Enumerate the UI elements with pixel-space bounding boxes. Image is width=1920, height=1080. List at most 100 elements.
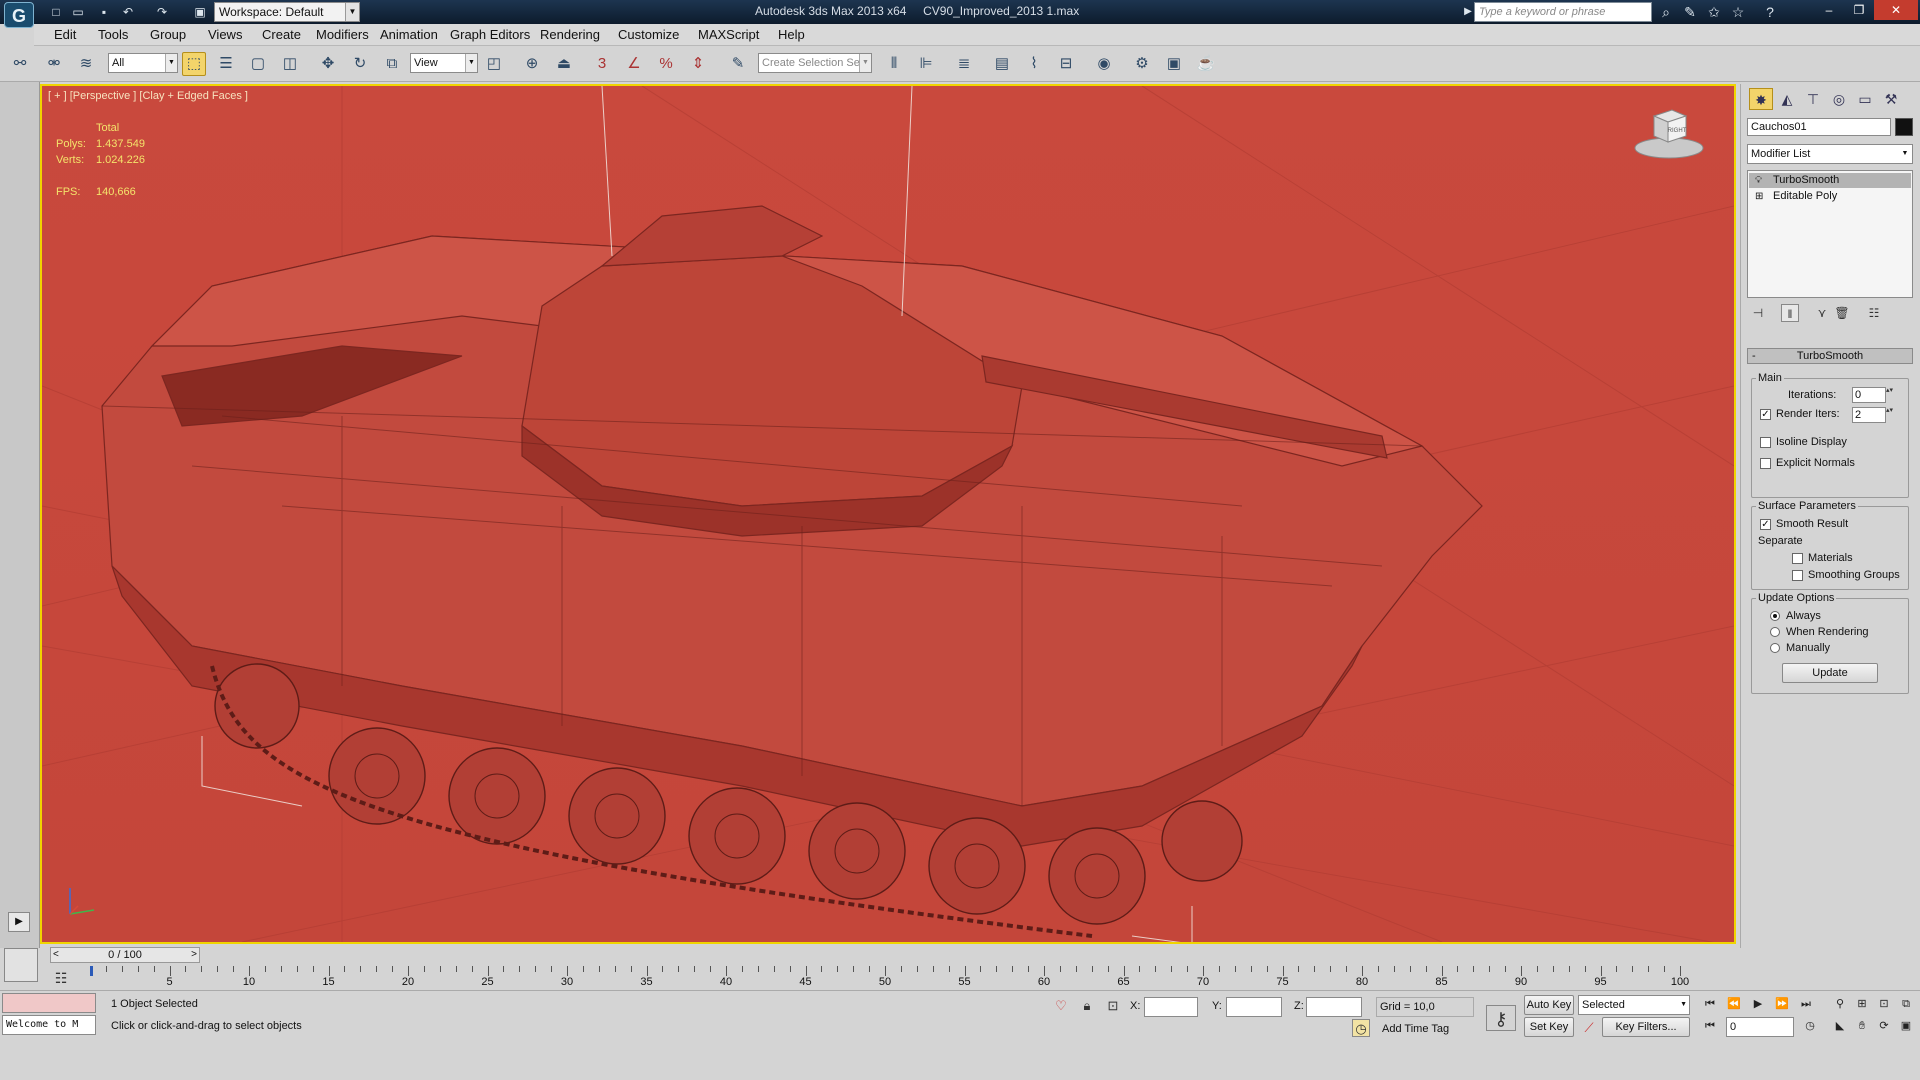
menu-views[interactable]: Views — [208, 27, 242, 42]
select-object-icon[interactable]: ⬚ — [182, 52, 206, 76]
minimize-button[interactable]: – — [1814, 0, 1844, 20]
always-radio[interactable] — [1770, 611, 1780, 621]
window-crossing-icon[interactable]: ◫ — [278, 52, 302, 76]
open-mini-curve-editor-icon[interactable]: ☷ — [46, 968, 76, 988]
utilities-tab-icon[interactable]: ⚒ — [1879, 88, 1903, 110]
reference-coordinate-dropdown[interactable]: View ▼ — [410, 53, 478, 73]
show-end-result-icon[interactable]: ‖ — [1781, 304, 1799, 322]
field-of-view-icon[interactable]: ◣ — [1830, 1017, 1850, 1035]
menu-create[interactable]: Create — [262, 27, 301, 42]
maximize-button[interactable]: ❐ — [1844, 0, 1874, 20]
x-coordinate-field[interactable] — [1144, 997, 1198, 1017]
zoom-extents-icon[interactable]: ⊡ — [1874, 995, 1894, 1013]
spinner-snap-icon[interactable]: ⇕ — [686, 52, 710, 76]
previous-key-icon[interactable]: ⏪ — [1724, 995, 1744, 1013]
smoothing-groups-checkbox[interactable] — [1792, 570, 1803, 581]
isolate-selection-icon[interactable]: ♡ — [1052, 997, 1070, 1015]
star-icon[interactable]: ☆ — [1728, 3, 1748, 21]
render-iters-checkbox[interactable]: ✓ — [1760, 409, 1771, 420]
key-mode-toggle-icon[interactable]: ⏮ — [1700, 1017, 1720, 1035]
rectangular-selection-icon[interactable]: ▢ — [246, 52, 270, 76]
menu-modifiers[interactable]: Modifiers — [316, 27, 369, 42]
y-coordinate-field[interactable] — [1226, 997, 1282, 1017]
selection-filter-dropdown[interactable]: All ▼ — [108, 53, 178, 73]
smooth-result-checkbox[interactable]: ✓ — [1760, 519, 1771, 530]
z-coordinate-field[interactable] — [1306, 997, 1362, 1017]
motion-tab-icon[interactable]: ◎ — [1827, 88, 1851, 110]
stack-item-editable-poly[interactable]: ⊞ Editable Poly — [1749, 189, 1911, 204]
save-icon[interactable]: ▪ — [96, 4, 112, 20]
zoom-all-icon[interactable]: ⊞ — [1852, 995, 1872, 1013]
object-color-swatch[interactable] — [1895, 118, 1913, 136]
time-configuration-icon[interactable]: ◷ — [1800, 1017, 1820, 1035]
update-button[interactable]: Update — [1782, 663, 1878, 683]
iterations-spinner[interactable]: 0 — [1852, 387, 1895, 403]
maxscript-listener-pink[interactable] — [2, 993, 96, 1013]
selection-lock-icon[interactable]: 🔒︎ — [1078, 997, 1096, 1015]
mirror-icon[interactable]: ⫴ — [882, 52, 906, 76]
rotate-icon[interactable]: ↻ — [348, 52, 372, 76]
modify-tab-icon[interactable]: ◭ — [1775, 88, 1799, 110]
auto-key-button[interactable]: Auto Key — [1524, 995, 1574, 1015]
unlink-icon[interactable]: ⚮ — [42, 52, 66, 76]
modifier-list-dropdown[interactable]: Modifier List ▼ — [1747, 144, 1913, 164]
maxscript-listener[interactable]: Welcome to M — [2, 1015, 96, 1035]
pan-view-icon[interactable]: ✋︎ — [1852, 1017, 1872, 1035]
select-manipulate-icon[interactable]: ⊕ — [520, 52, 544, 76]
material-editor-icon[interactable]: ◉ — [1092, 52, 1116, 76]
expand-plus-icon[interactable]: ⊞ — [1755, 189, 1763, 204]
add-time-tag-label[interactable]: Add Time Tag — [1382, 1023, 1449, 1035]
menu-customize[interactable]: Customize — [618, 27, 679, 42]
render-iters-spinner[interactable]: 2 — [1852, 407, 1895, 423]
track-bar-ruler[interactable]: 5 10 15 20 25 30 35 40 45 50 55 60 65 70 75 80 85 90 95 100 — [90, 966, 1689, 990]
favorites-icon[interactable]: ✩ — [1704, 3, 1724, 21]
current-frame-field[interactable]: 0 — [1726, 1017, 1794, 1037]
viewport-label[interactable]: [ + ] [Perspective ] [Clay + Edged Faces… — [48, 90, 248, 102]
bind-to-space-warp-icon[interactable]: ≋ — [74, 52, 98, 76]
zoom-icon[interactable]: ⚲ — [1830, 995, 1850, 1013]
menu-edit[interactable]: Edit — [54, 27, 76, 42]
menu-animation[interactable]: Animation — [380, 27, 438, 42]
play-expand-icon[interactable]: ▶ — [8, 912, 30, 932]
next-key-icon[interactable]: ⏩ — [1772, 995, 1792, 1013]
menu-help[interactable]: Help — [778, 27, 805, 42]
rendered-frame-window-icon[interactable]: ▣ — [1162, 52, 1186, 76]
pin-stack-icon[interactable]: ⊣ — [1749, 304, 1767, 322]
make-unique-icon[interactable]: ⋎ — [1813, 304, 1831, 322]
menu-rendering[interactable]: Rendering — [540, 27, 600, 42]
set-key-button[interactable]: Set Key — [1524, 1017, 1574, 1037]
percent-snap-icon[interactable]: % — [654, 52, 678, 76]
select-by-name-icon[interactable]: ☰ — [214, 52, 238, 76]
named-selection-dropdown[interactable]: Create Selection Se ▼ — [758, 53, 872, 73]
isoline-display-checkbox[interactable] — [1760, 437, 1771, 448]
scale-icon[interactable]: ⧉ — [380, 52, 404, 76]
create-tab-icon[interactable]: ✸ — [1749, 88, 1773, 110]
open-file-icon[interactable]: ▭ — [70, 4, 86, 20]
orbit-icon[interactable]: ⟳ — [1874, 1017, 1894, 1035]
maximize-viewport-icon[interactable]: ▣ — [1896, 1017, 1916, 1035]
render-setup-icon[interactable]: ⚙ — [1130, 52, 1154, 76]
current-frame-marker[interactable] — [90, 966, 93, 976]
configure-modifier-sets-icon[interactable]: ☷ — [1865, 304, 1883, 322]
project-folder-icon[interactable]: ▣ — [192, 4, 208, 20]
move-icon[interactable]: ✥ — [316, 52, 340, 76]
display-tab-icon[interactable]: ▭ — [1853, 88, 1877, 110]
close-button[interactable]: ✕ — [1874, 0, 1918, 20]
binoculars-icon[interactable]: ⌕ — [1656, 3, 1676, 21]
edit-named-selection-icon[interactable]: ✎ — [726, 52, 750, 76]
pivot-center-icon[interactable]: ◰ — [482, 52, 506, 76]
next-frame-icon[interactable]: > — [191, 948, 197, 962]
schematic-view-icon[interactable]: ⊟ — [1054, 52, 1078, 76]
keyboard-shortcut-override-icon[interactable]: ⏏ — [552, 52, 576, 76]
manually-radio[interactable] — [1770, 643, 1780, 653]
align-icon[interactable]: ⊫ — [914, 52, 938, 76]
key-filters-button[interactable]: Key Filters... — [1602, 1017, 1690, 1037]
hierarchy-tab-icon[interactable]: ⊤ — [1801, 88, 1825, 110]
explicit-normals-checkbox[interactable] — [1760, 458, 1771, 469]
menu-tools[interactable]: Tools — [98, 27, 128, 42]
go-to-end-icon[interactable]: ⏭ — [1796, 995, 1816, 1013]
menu-maxscript[interactable]: MAXScript — [698, 27, 759, 42]
lightbulb-icon[interactable]: 💡︎ — [1755, 173, 1762, 188]
materials-checkbox[interactable] — [1792, 553, 1803, 564]
communication-icon[interactable]: ✎ — [1680, 3, 1700, 21]
